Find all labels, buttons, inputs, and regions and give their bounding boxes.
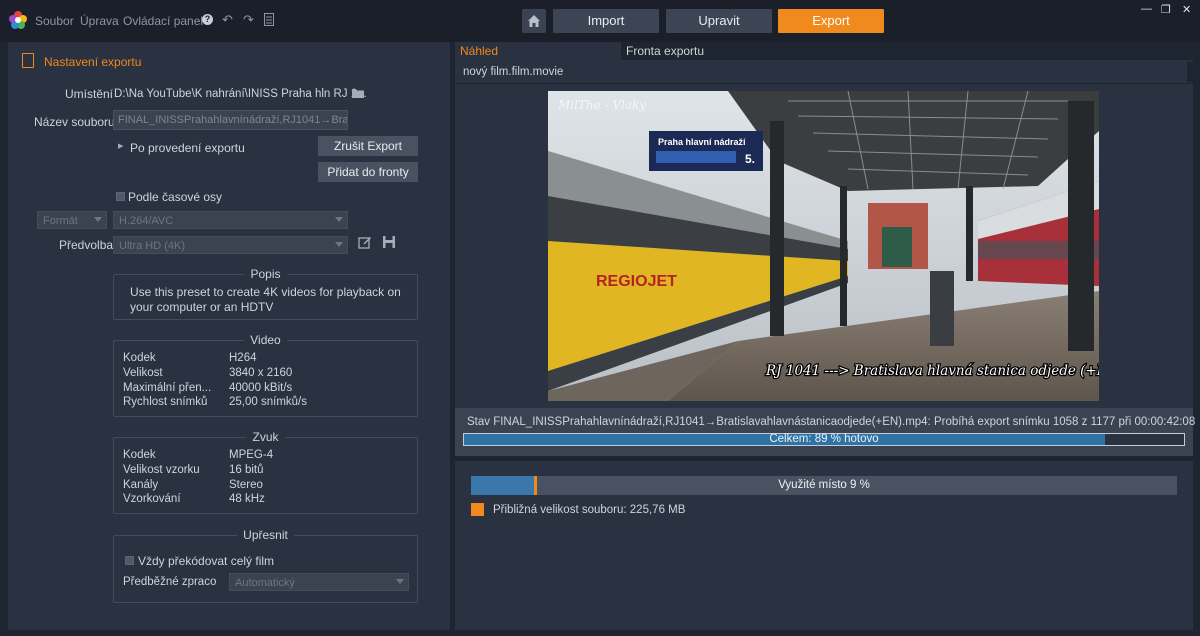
video-group: Video Kodek H264 Velikost 3840 x 2160 Maxi…: [113, 333, 418, 417]
audio-channels-row: Kanály Stereo: [123, 479, 263, 491]
location-label: Umístění: [65, 87, 114, 101]
preset-label: Předvolba: [59, 238, 114, 252]
expand-arrow-icon[interactable]: ▶: [118, 142, 123, 150]
timeline-label: Podle časové osy: [128, 190, 223, 204]
filename-label: Název souboru: [34, 115, 115, 129]
chevron-down-icon: [335, 242, 343, 247]
document-icon[interactable]: [264, 13, 274, 26]
description-title: Popis: [244, 267, 287, 281]
chevron-down-icon: [335, 217, 343, 222]
video-preview: REGIOJET Praha hlavní nádraží 5. MilThe …: [548, 91, 1099, 401]
document-settings-icon: [22, 53, 34, 68]
question-icon[interactable]: ?: [202, 14, 213, 25]
file-size-legend-swatch: [471, 503, 484, 516]
home-button[interactable]: [522, 9, 546, 33]
recode-checkbox[interactable]: [125, 556, 134, 565]
panel-title: Nastavení exportu: [44, 55, 142, 69]
undo-icon[interactable]: ↶: [222, 12, 233, 28]
format-select[interactable]: Formát: [37, 211, 107, 229]
filename-input[interactable]: FINAL_INISSPrahahlavnínádraží,RJ1041→Bra…: [113, 110, 348, 130]
preset-select-value: Ultra HD (4K): [119, 240, 186, 252]
top-bar: Soubor Úprava Ovládací panel ? ↶ ↷ Impor…: [0, 0, 1200, 42]
cancel-export-button[interactable]: Zrušit Export: [318, 136, 418, 156]
scrollbar[interactable]: [1187, 62, 1193, 82]
refine-group: Upřesnit Vždy překódovat celý film Předb…: [113, 528, 418, 603]
subtitle-text: RJ 1041 ---> Bratislava hlavná stanica o…: [765, 363, 1099, 379]
export-progress-bar: Celkem: 89 % hotovo: [463, 433, 1185, 446]
video-bitrate-row: Maximální přen... 40000 kBit/s: [123, 382, 293, 394]
location-value: D:\Na YouTube\K nahrání\INISS Praha hln …: [114, 88, 367, 100]
menu-control-panel[interactable]: Ovládací panel: [123, 14, 203, 28]
status-text: Stav FINAL_INISSPrahahlavnínádraží,RJ104…: [467, 416, 1196, 428]
home-icon: [528, 15, 540, 27]
preprocess-select[interactable]: Automatický: [229, 573, 409, 591]
tab-import[interactable]: Import: [553, 9, 659, 33]
preview-filename: nový film.film.movie: [463, 66, 564, 78]
codec-select[interactable]: H.264/AVC: [113, 211, 348, 229]
wagon-brand-text: REGIOJET: [596, 273, 677, 290]
menu-edit[interactable]: Úprava: [80, 14, 119, 28]
chevron-down-icon: [396, 579, 404, 584]
chevron-down-icon: [94, 217, 102, 222]
preprocess-select-value: Automatický: [235, 577, 295, 589]
after-export-label[interactable]: Po provedení exportu: [130, 141, 245, 155]
audio-codec-row: Kodek MPEG-4: [123, 449, 274, 461]
disk-usage-panel: Využité místo 9 % Přibližná velikost sou…: [455, 461, 1193, 630]
refine-title: Upřesnit: [237, 528, 294, 542]
video-framerate-row: Rychlost snímků 25,00 snímků/s: [123, 396, 307, 408]
minimize-icon[interactable]: —: [1141, 3, 1152, 15]
audio-title: Zvuk: [246, 430, 285, 444]
codec-select-value: H.264/AVC: [119, 215, 174, 227]
audio-samplerate-row: Vzorkování 48 kHz: [123, 493, 265, 505]
video-title: Video: [244, 333, 287, 347]
file-size-text: Přibližná velikost souboru: 225,76 MB: [493, 504, 686, 516]
description-text: Use this preset to create 4K videos for …: [130, 285, 401, 314]
app-logo-icon: [9, 11, 27, 29]
close-icon[interactable]: ✕: [1182, 3, 1191, 16]
station-sign-text: Praha hlavní nádraží: [658, 137, 746, 147]
preview-panel: Náhled Fronta exportu nový film.film.mov…: [455, 42, 1196, 456]
export-status-area: Stav FINAL_INISSPrahahlavnínádraží,RJ104…: [455, 408, 1196, 456]
disk-usage-text: Využité místo 9 %: [778, 479, 870, 491]
audio-group: Zvuk Kodek MPEG-4 Velikost vzorku 16 bitů …: [113, 430, 418, 514]
timeline-checkbox[interactable]: [116, 192, 125, 201]
format-select-value: Formát: [43, 215, 78, 227]
video-codec-row: Kodek H264: [123, 352, 257, 364]
divider: [455, 83, 1193, 84]
video-preview-frame: REGIOJET Praha hlavní nádraží 5. MilThe …: [548, 91, 1099, 401]
recode-label: Vždy překódovat celý film: [138, 554, 275, 568]
disk-usage-bar: Využité místo 9 %: [471, 476, 1177, 495]
restore-icon[interactable]: ❐: [1161, 3, 1171, 16]
tab-edit[interactable]: Upravit: [666, 9, 772, 33]
save-preset-icon[interactable]: [382, 235, 396, 249]
tab-export-queue[interactable]: Fronta exportu: [626, 44, 704, 58]
preset-select[interactable]: Ultra HD (4K): [113, 236, 348, 254]
menu-file[interactable]: Soubor: [35, 14, 74, 28]
audio-sample-size-row: Velikost vzorku 16 bitů: [123, 464, 264, 476]
tab-export[interactable]: Export: [778, 9, 884, 33]
add-to-queue-button[interactable]: Přidat do fronty: [318, 162, 418, 182]
folder-icon[interactable]: [352, 88, 364, 98]
export-settings-panel: Nastavení exportu Umístění D:\Na YouTube…: [8, 42, 450, 630]
platform-number-text: 5.: [745, 152, 755, 166]
progress-text: Celkem: 89 % hotovo: [769, 433, 879, 445]
description-group: Popis Use this preset to create 4K video…: [113, 267, 418, 320]
preview-tabstrip: Náhled Fronta exportu: [455, 42, 1193, 60]
video-size-row: Velikost 3840 x 2160: [123, 367, 293, 379]
redo-icon[interactable]: ↷: [243, 12, 254, 28]
edit-preset-icon[interactable]: [358, 235, 372, 249]
tab-preview[interactable]: Náhled: [455, 42, 621, 60]
preprocess-label: Předběžné zpraco: [123, 576, 217, 588]
watermark-text: MilThe - Vlaky: [557, 98, 646, 112]
